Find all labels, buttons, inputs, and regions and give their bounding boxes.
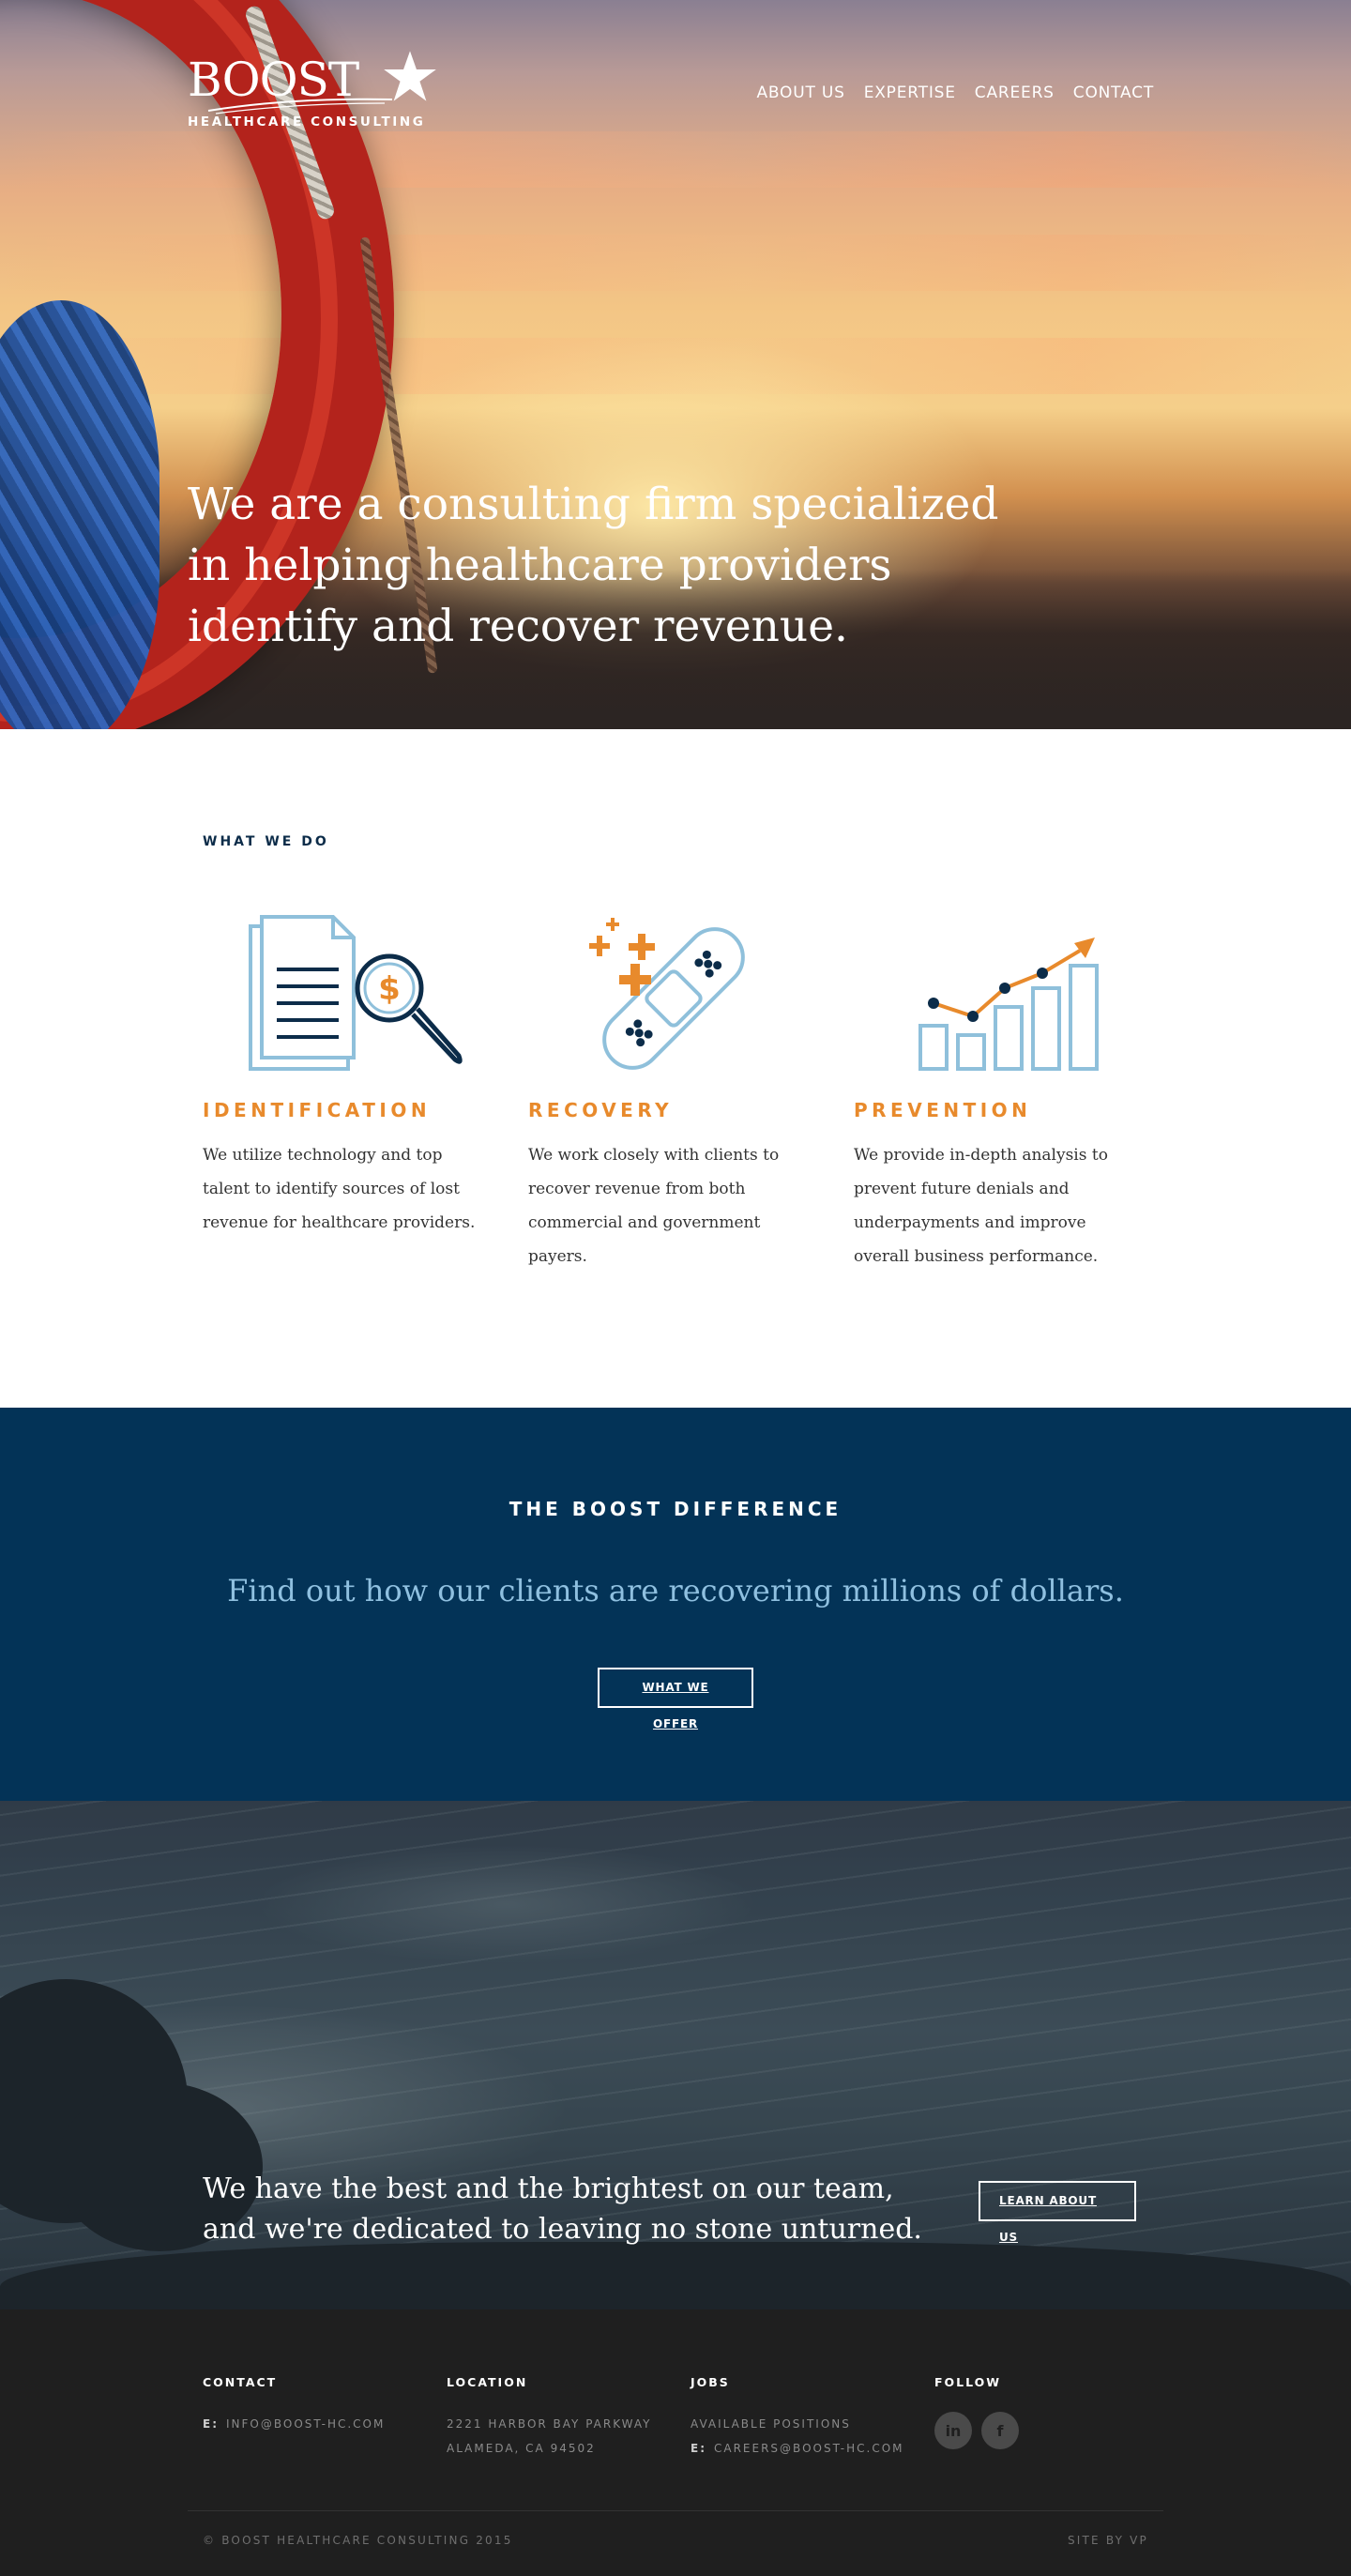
what-we-offer-button[interactable]: WHAT WE OFFER [598, 1668, 753, 1730]
bandage-icon [528, 909, 819, 1078]
footer-follow: FOLLOW in f [934, 2375, 1169, 2449]
what-we-do-heading: WHAT WE DO [203, 834, 329, 849]
contact-email-link[interactable]: INFO@BOOST-HC.COM [226, 2417, 385, 2431]
what-we-do-section: WHAT WE DO $ IDENTIFICATION We utilize t… [0, 729, 1351, 1408]
address-line-1: 2221 HARBOR BAY PARKWAY [447, 2417, 652, 2431]
service-prevention: PREVENTION We provide in-depth analysis … [854, 909, 1145, 1273]
service-description: We work closely with clients to recover … [528, 1146, 780, 1266]
careers-email-link[interactable]: CAREERS@BOOST-HC.COM [714, 2442, 904, 2455]
email-label: E: [691, 2442, 706, 2455]
nav-contact[interactable]: CONTACT [1073, 84, 1154, 102]
main-nav: ABOUT US EXPERTISE CAREERS CONTACT [756, 84, 1154, 102]
hero-section: BOOST HEALTHCARE CONSULTING ABOUT US EXP… [0, 0, 1351, 729]
service-title: RECOVERY [528, 1099, 674, 1121]
service-recovery: RECOVERY We work closely with clients to… [528, 909, 819, 1273]
footer-heading: LOCATION [447, 2375, 528, 2389]
footer-jobs: JOBS AVAILABLE POSITIONS E: CAREERS@BOOST… [691, 2375, 925, 2459]
footer-contact: CONTACT E: INFO@BOOST-HC.COM [203, 2375, 437, 2434]
hero-title: We are a consulting firm specialized in … [188, 479, 999, 652]
boost-difference-section: THE BOOST DIFFERENCE Find out how our cl… [0, 1408, 1351, 1801]
team-section: We have the best and the brightest on ou… [0, 1801, 1351, 2309]
service-description: We utilize technology and top talent to … [203, 1146, 476, 1232]
nav-about-us[interactable]: ABOUT US [756, 84, 844, 102]
footer-heading: FOLLOW [934, 2375, 1002, 2389]
footer-location: LOCATION 2221 HARBOR BAY PARKWAY ALAMEDA… [447, 2375, 681, 2459]
site-footer: CONTACT E: INFO@BOOST-HC.COM LOCATION 222… [0, 2309, 1351, 2576]
growth-chart-icon [854, 909, 1145, 1078]
linkedin-icon[interactable]: in [934, 2412, 972, 2449]
facebook-icon[interactable]: f [981, 2412, 1019, 2449]
hero-blue-rope [0, 300, 159, 729]
nav-careers[interactable]: CAREERS [975, 84, 1055, 102]
logo-swoosh-icon [207, 98, 393, 114]
service-description: We provide in-depth analysis to prevent … [854, 1146, 1108, 1266]
document-search-icon: $ [203, 909, 493, 1078]
learn-about-us-button[interactable]: LEARN ABOUT US [979, 2181, 1136, 2244]
address-line-2: ALAMEDA, CA 94502 [447, 2442, 596, 2455]
copyright: © BOOST HEALTHCARE CONSULTING 2015 [203, 2534, 513, 2547]
service-title: PREVENTION [854, 1099, 1032, 1121]
footer-divider [188, 2510, 1163, 2511]
site-credit-link[interactable]: SITE BY VP [1068, 2534, 1148, 2547]
difference-heading: THE BOOST DIFFERENCE [509, 1498, 842, 1520]
service-identification: $ IDENTIFICATION We utilize technology a… [203, 909, 493, 1240]
logo-subtitle: HEALTHCARE CONSULTING [188, 114, 426, 130]
available-positions-link[interactable]: AVAILABLE POSITIONS [691, 2417, 851, 2431]
email-label: E: [203, 2417, 219, 2431]
service-title: IDENTIFICATION [203, 1099, 432, 1121]
difference-tagline: Find out how our clients are recovering … [227, 1573, 1124, 1608]
footer-heading: JOBS [691, 2375, 730, 2389]
brand-logo[interactable]: BOOST HEALTHCARE CONSULTING [188, 51, 436, 130]
nav-expertise[interactable]: EXPERTISE [864, 84, 956, 102]
team-tagline: We have the best and the brightest on ou… [203, 2172, 922, 2246]
svg-text:$: $ [378, 970, 401, 1008]
footer-heading: CONTACT [203, 2375, 278, 2389]
